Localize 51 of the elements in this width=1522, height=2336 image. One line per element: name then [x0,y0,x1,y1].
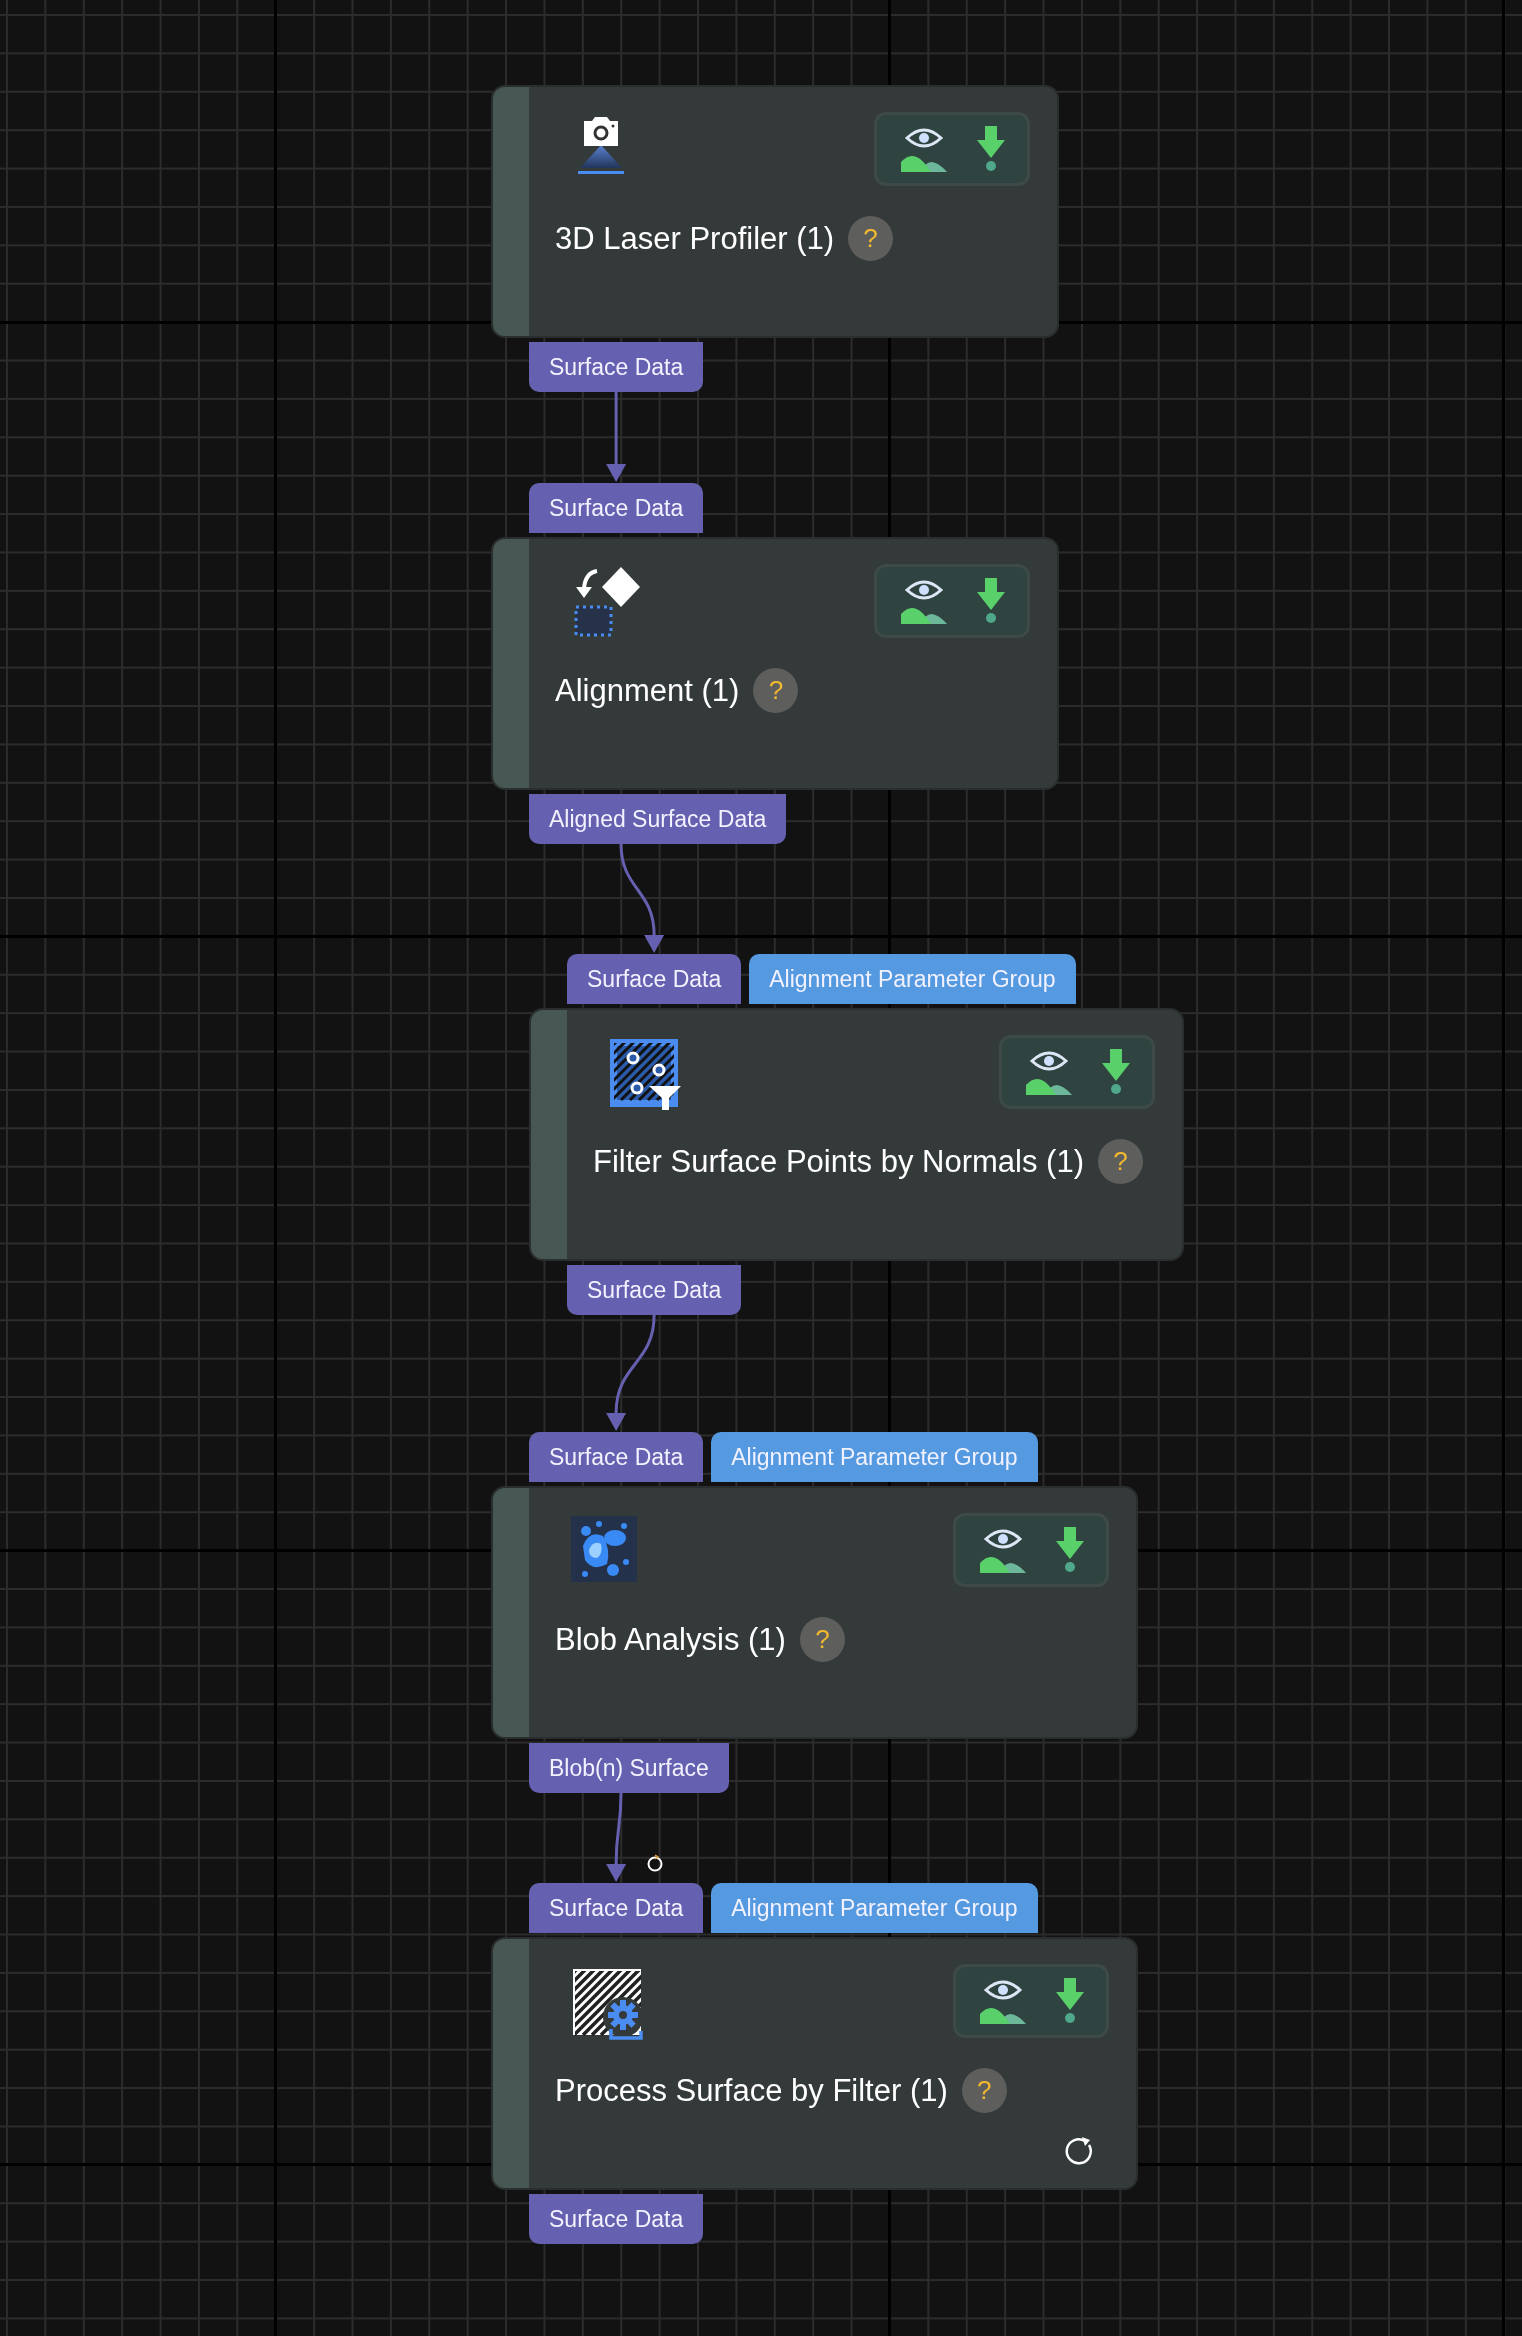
download-button[interactable] [1102,1049,1130,1095]
data-port[interactable]: Blob(n) Surface [529,1743,729,1793]
download-button[interactable] [1056,1527,1084,1573]
download-button[interactable] [977,126,1005,172]
parameter-port[interactable]: Alignment Parameter Group [711,1432,1038,1482]
eye-icon [980,1527,1026,1573]
data-port[interactable]: Surface Data [529,483,704,533]
view-button[interactable] [980,1527,1026,1573]
busy-cursor-icon [646,1853,664,1873]
help-button[interactable]: ? [1098,1139,1143,1184]
node-title: Process Surface by Filter (1) [555,2072,948,2109]
parameter-port[interactable]: Alignment Parameter Group [711,1883,1038,1933]
data-port[interactable]: Aligned Surface Data [529,794,787,844]
node-title: Blob Analysis (1) [555,1621,786,1658]
data-port[interactable]: Surface Data [529,342,704,392]
node-title: Filter Surface Points by Normals (1) [593,1143,1084,1180]
data-port[interactable]: Surface Data [567,954,742,1004]
eye-icon [1026,1049,1072,1095]
node-title: 3D Laser Profiler (1) [555,220,835,257]
view-button[interactable] [980,1978,1026,2024]
node-card[interactable]: Blob Analysis (1) ? [491,1486,1138,1739]
filter-icon [609,1038,681,1110]
download-button[interactable] [1056,1978,1084,2024]
help-button[interactable]: ? [753,668,799,713]
down-arrow-icon [977,126,1005,172]
data-port[interactable]: Surface Data [529,1883,704,1933]
down-arrow-icon [977,578,1005,624]
eye-icon [901,578,947,624]
down-arrow-icon [1056,1527,1084,1573]
download-button[interactable] [977,578,1005,624]
node-card[interactable]: Alignment (1) ? [491,537,1059,790]
node-title: Alignment (1) [555,672,740,709]
view-button[interactable] [901,126,947,172]
help-button[interactable]: ? [799,1617,845,1662]
node-card[interactable]: 3D Laser Profiler (1) ? [491,85,1059,338]
data-port[interactable]: Surface Data [529,2194,704,2244]
eye-icon [980,1978,1026,2024]
view-button[interactable] [1026,1049,1072,1095]
down-arrow-icon [1102,1049,1130,1095]
help-button[interactable]: ? [961,2068,1007,2113]
hatched-gear-icon [571,1967,645,2041]
view-button[interactable] [901,578,947,624]
help-button[interactable]: ? [848,216,894,261]
node-card[interactable]: Process Surface by Filter (1) ? [491,1937,1138,2190]
data-port[interactable]: Surface Data [529,1432,704,1482]
node-card[interactable]: Filter Surface Points by Normals (1) ? [529,1008,1184,1261]
blob-icon [571,1516,637,1582]
parameter-port[interactable]: Alignment Parameter Group [749,954,1076,1004]
eye-icon [901,126,947,172]
data-port[interactable]: Surface Data [567,1265,742,1315]
down-arrow-icon [1056,1978,1084,2024]
